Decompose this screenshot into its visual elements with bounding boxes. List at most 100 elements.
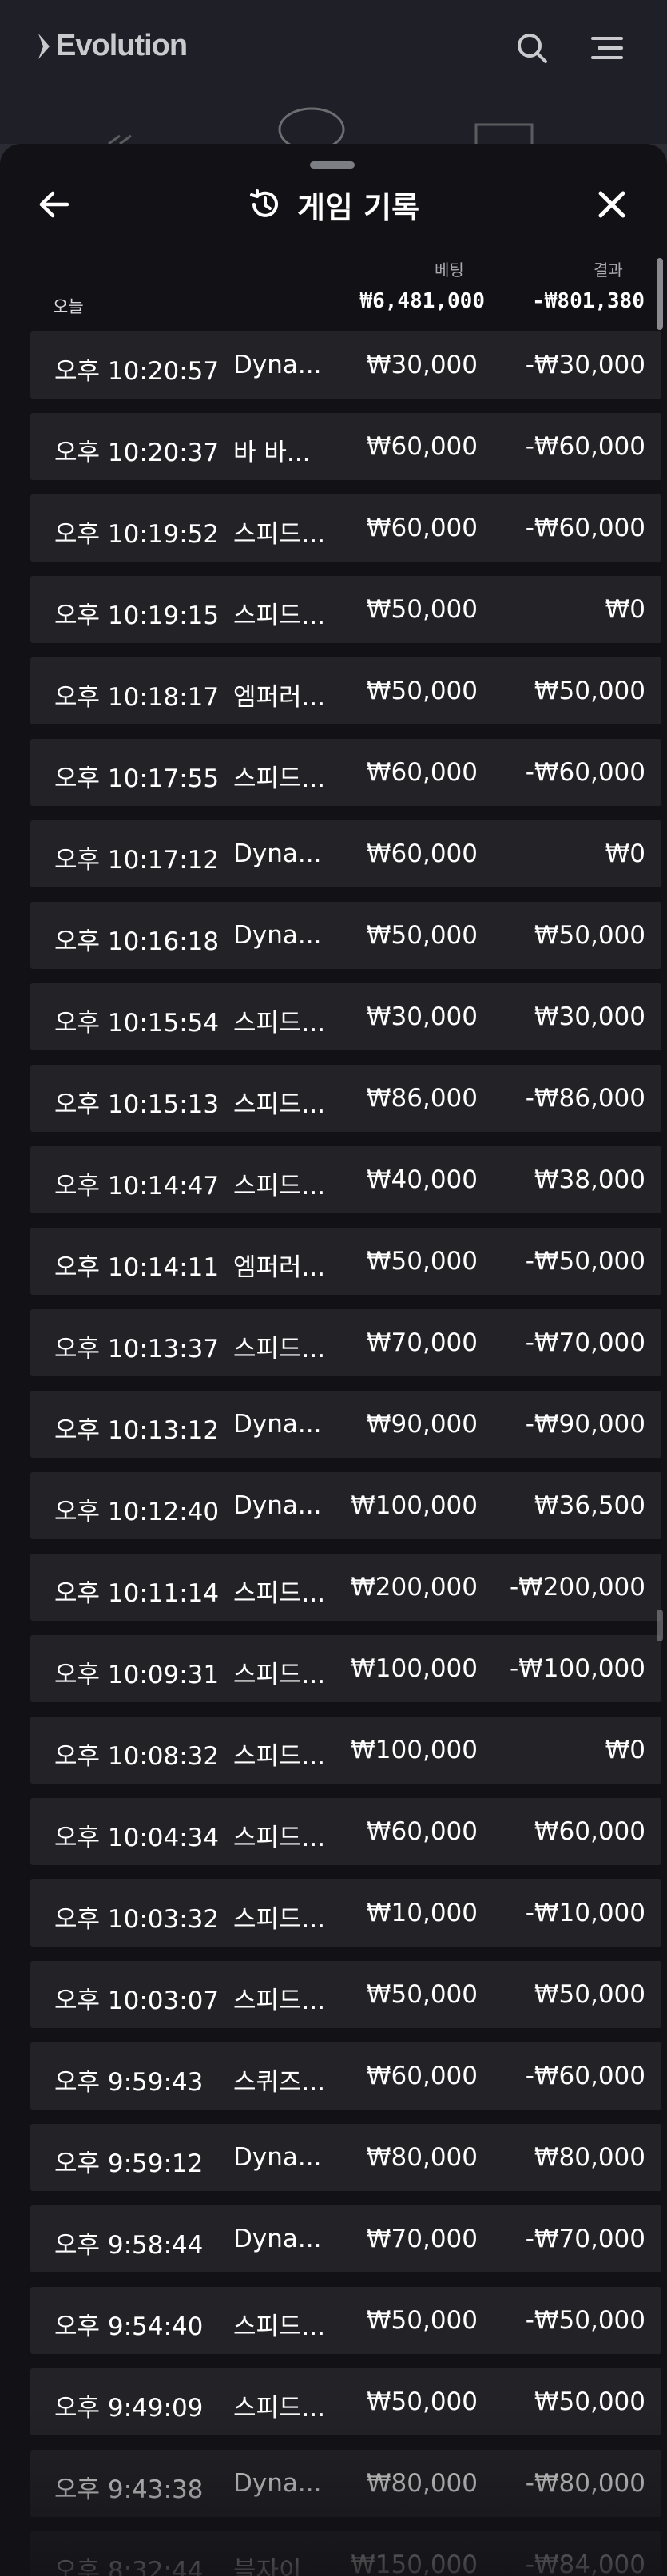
history-row[interactable]: 오후 8:32:44 블자이... ₩150,000 -₩84,000 [30,2531,661,2576]
row-bet: ₩50,000 [366,2387,478,2416]
history-row[interactable]: 오후 10:19:52 스피드... ₩60,000 -₩60,000 [30,494,661,562]
menu-icon[interactable] [590,30,625,65]
history-row[interactable]: 오후 10:13:12 Dyna... ₩90,000 -₩90,000 [30,1391,661,1458]
row-result: -₩30,000 [525,351,645,379]
row-game: 블자이... [233,2557,326,2576]
history-row[interactable]: 오후 10:18:17 엠퍼러... ₩50,000 ₩50,000 [30,657,661,724]
row-result: -₩10,000 [525,1899,645,1927]
history-row[interactable]: 오후 10:13:37 스피드... ₩70,000 -₩70,000 [30,1309,661,1376]
history-row[interactable]: 오후 10:12:40 Dyna... ₩100,000 ₩36,500 [30,1472,661,1539]
row-result: ₩0 [605,595,645,624]
row-result: -₩60,000 [525,2062,645,2090]
history-row[interactable]: 오후 10:04:34 스피드... ₩60,000 ₩60,000 [30,1798,661,1865]
history-row[interactable]: 오후 10:15:54 스피드... ₩30,000 ₩30,000 [30,983,661,1050]
scrollbar-thumb[interactable] [657,258,663,330]
row-bet: ₩100,000 [351,1736,478,1764]
row-time: 오후 10:15:54 [54,1009,220,1038]
row-result: -₩86,000 [525,1084,645,1113]
row-result: -₩60,000 [525,514,645,542]
row-result: -₩50,000 [525,2306,645,2335]
history-row[interactable]: 오후 10:15:13 스피드... ₩86,000 -₩86,000 [30,1065,661,1132]
row-game: 스피드... [233,1742,326,1771]
history-row[interactable]: 오후 9:59:12 Dyna... ₩80,000 ₩80,000 [30,2124,661,2191]
row-result: -₩84,000 [525,2550,645,2576]
row-game: 스피드... [233,1905,326,1934]
row-time: 오후 9:43:38 [54,2475,204,2504]
history-row[interactable]: 오후 10:08:32 스피드... ₩100,000 ₩0 [30,1717,661,1784]
row-time: 오후 10:03:32 [54,1905,220,1934]
close-icon[interactable] [593,185,631,224]
row-result: -₩60,000 [525,758,645,787]
row-game: Dyna... [233,921,322,950]
row-bet: ₩70,000 [366,2225,478,2253]
row-bet: ₩80,000 [366,2469,478,2498]
row-game: 스피드... [233,1335,326,1363]
history-row[interactable]: 오후 10:03:07 스피드... ₩50,000 ₩50,000 [30,1961,661,2028]
evolution-logo-icon [38,33,50,59]
row-result: ₩50,000 [534,1980,645,2009]
row-game: 스피드... [233,1661,326,1689]
history-row[interactable]: 오후 10:09:31 스피드... ₩100,000 -₩100,000 [30,1635,661,1702]
row-time: 오후 9:58:44 [54,2231,204,2260]
row-time: 오후 10:19:52 [54,520,220,549]
total-bet: ₩6,481,000 [359,289,485,313]
row-result: ₩0 [605,1736,645,1764]
row-result: ₩50,000 [534,921,645,950]
history-icon [249,189,278,217]
history-row[interactable]: 오후 9:59:43 스퀴즈... ₩60,000 -₩60,000 [30,2042,661,2110]
history-row[interactable]: 오후 10:11:14 스피드... ₩200,000 -₩200,000 [30,1554,661,1621]
history-row[interactable]: 오후 10:20:37 바 바... ₩60,000 -₩60,000 [30,413,661,480]
row-bet: ₩60,000 [366,2062,478,2090]
row-game: 스피드... [233,1824,326,1852]
row-time: 오후 9:54:40 [54,2312,204,2341]
brand-name: Evolution [56,29,188,62]
row-game: Dyna... [233,1410,322,1439]
history-row[interactable]: 오후 10:03:32 스피드... ₩10,000 -₩10,000 [30,1879,661,1947]
history-row[interactable]: 오후 9:58:44 Dyna... ₩70,000 -₩70,000 [30,2205,661,2272]
row-bet: ₩30,000 [366,351,478,379]
history-row[interactable]: 오후 10:14:47 스피드... ₩40,000 ₩38,000 [30,1146,661,1213]
history-row[interactable]: 오후 10:19:15 스피드... ₩50,000 ₩0 [30,576,661,643]
brand-logo[interactable]: Evolution [37,29,188,63]
row-bet: ₩60,000 [366,514,478,542]
row-game: 스피드... [233,601,326,630]
history-row[interactable]: 오후 10:17:55 스피드... ₩60,000 -₩60,000 [30,739,661,806]
scrollbar[interactable] [655,256,663,2572]
history-row[interactable]: 오후 10:20:57 Dyna... ₩30,000 -₩30,000 [30,331,661,399]
row-bet: ₩50,000 [366,2306,478,2335]
history-row[interactable]: 오후 10:17:12 Dyna... ₩60,000 ₩0 [30,820,661,887]
history-row[interactable]: 오후 10:16:18 Dyna... ₩50,000 ₩50,000 [30,902,661,969]
row-result: ₩36,500 [534,1491,645,1520]
row-game: 스피드... [233,2312,326,2341]
column-header-bet: 베팅 [435,260,464,280]
history-row[interactable]: 오후 9:49:09 스피드... ₩50,000 ₩50,000 [30,2368,661,2435]
search-icon[interactable] [514,30,550,65]
app-header: Evolution [0,0,667,152]
row-bet: ₩60,000 [366,758,478,787]
sheet-drag-handle[interactable] [310,161,355,169]
row-bet: ₩90,000 [366,1410,478,1439]
row-time: 오후 10:20:37 [54,439,220,467]
row-result: -₩80,000 [525,2469,645,2498]
row-bet: ₩80,000 [366,2143,478,2172]
row-game: 스피드... [233,520,326,549]
row-result: ₩50,000 [534,2387,645,2416]
row-result: ₩50,000 [534,677,645,705]
row-time: 오후 10:13:37 [54,1335,220,1363]
row-bet: ₩50,000 [366,1980,478,2009]
row-time: 오후 9:59:43 [54,2068,204,2097]
history-row[interactable]: 오후 9:43:38 Dyna... ₩80,000 -₩80,000 [30,2450,661,2517]
row-bet: ₩86,000 [366,1084,478,1113]
row-game: 스피드... [233,2394,326,2423]
history-row[interactable]: 오후 10:14:11 엠퍼러... ₩50,000 -₩50,000 [30,1228,661,1295]
row-time: 오후 10:13:12 [54,1416,220,1445]
row-game: Dyna... [233,351,322,379]
row-game: 스피드... [233,1090,326,1119]
row-result: -₩50,000 [525,1247,645,1276]
history-row[interactable]: 오후 9:54:40 스피드... ₩50,000 -₩50,000 [30,2287,661,2354]
row-time: 오후 9:59:12 [54,2149,204,2178]
row-game: Dyna... [233,2225,322,2253]
row-result: ₩30,000 [534,1002,645,1031]
row-game: 스퀴즈... [233,2068,326,2097]
row-time: 오후 10:19:15 [54,601,220,630]
